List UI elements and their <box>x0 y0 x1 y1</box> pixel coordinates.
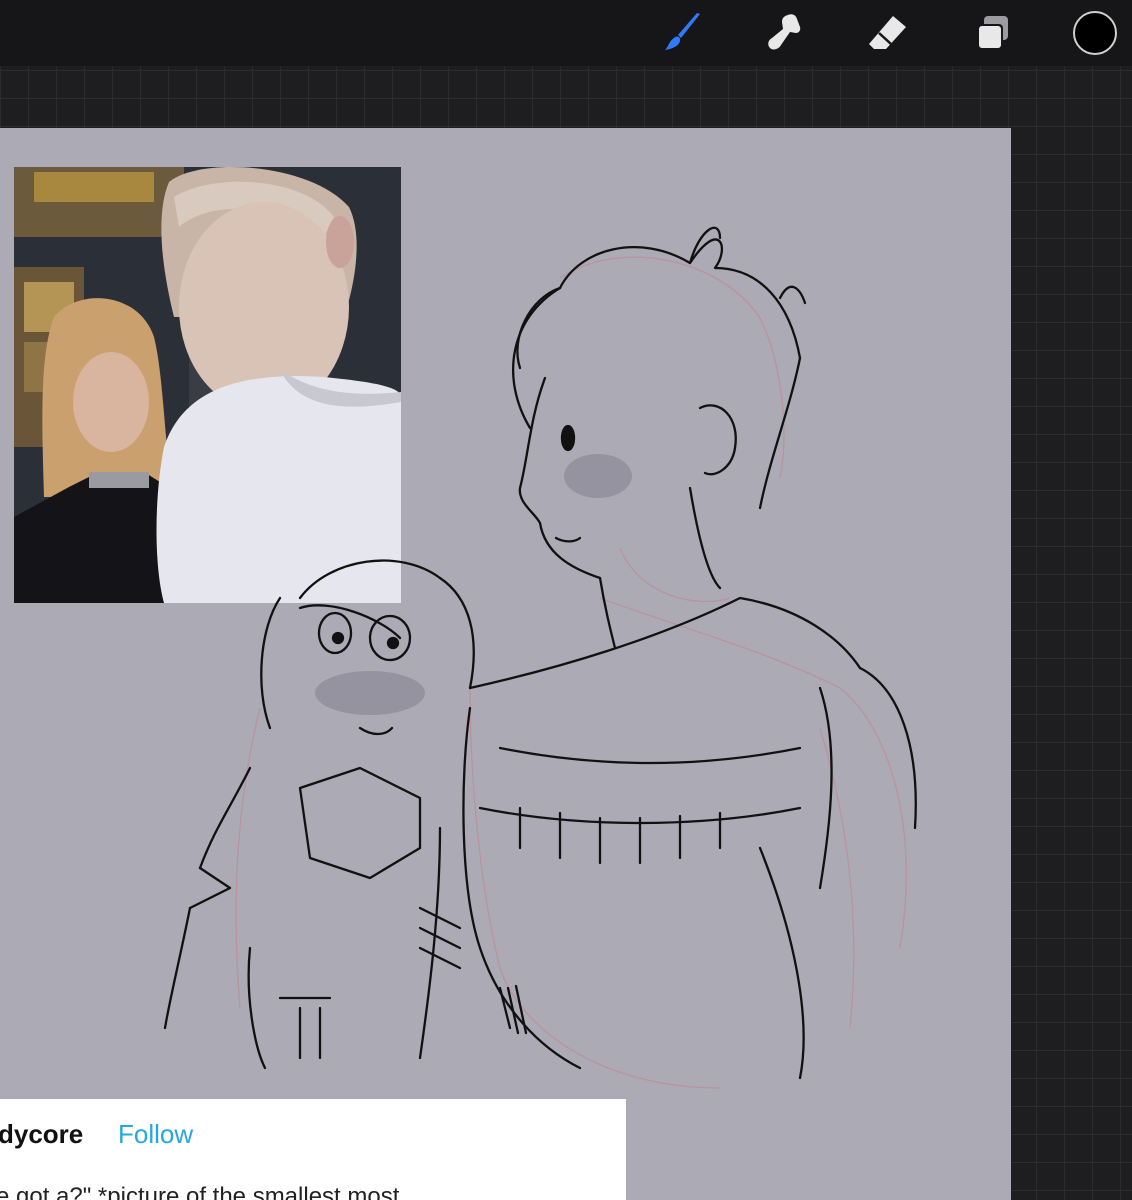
tumblr-post-card: dycore Follow e got a?" *picture of the … <box>0 1099 626 1200</box>
eraser-icon <box>869 16 906 49</box>
post-text: e got a?" *picture of the smallest most <box>0 1183 400 1200</box>
top-toolbar <box>0 0 1132 66</box>
smudge-icon <box>768 14 801 50</box>
layers-tool-button[interactable] <box>968 10 1016 56</box>
brush-tool-button[interactable] <box>658 10 706 56</box>
follow-button[interactable]: Follow <box>118 1119 193 1150</box>
drawing-canvas[interactable]: dycore Follow e got a?" *picture of the … <box>0 128 1011 1200</box>
line-art-sketch <box>163 226 917 1089</box>
layers-icon <box>977 16 1008 50</box>
smudge-tool-button[interactable] <box>761 10 809 56</box>
blog-name[interactable]: dycore <box>0 1119 83 1150</box>
color-picker-swatch[interactable] <box>1073 11 1117 55</box>
eraser-tool-button[interactable] <box>864 10 912 56</box>
brush-icon <box>665 13 700 50</box>
